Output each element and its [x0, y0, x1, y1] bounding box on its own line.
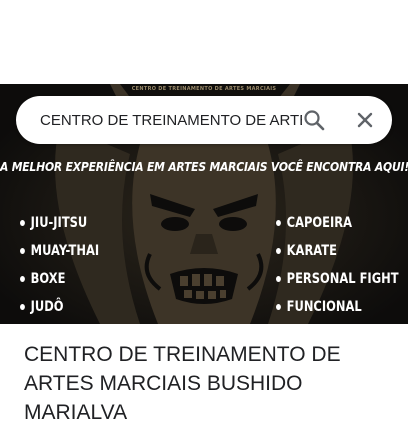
- banner-caption: CENTRO DE TREINAMENTO DE ARTES MARCIAIS: [131, 86, 277, 92]
- bullet-icon: [276, 248, 281, 254]
- bullet-icon: [20, 304, 25, 310]
- close-icon[interactable]: [353, 108, 377, 132]
- place-title: CENTRO DE TREINAMENTO DE ARTES MARCIAIS …: [24, 343, 341, 424]
- martial-arts-list-right: CAPOEIRA KARATE PERSONAL FIGHT FUNCIONAL: [276, 209, 408, 321]
- bullet-icon: [20, 220, 25, 226]
- martial-arts-list-left: JIU-JITSU MUAY-THAI BOXE JUDÔ: [20, 209, 117, 321]
- bullet-icon: [20, 276, 25, 282]
- list-item: JIU-JITSU: [20, 209, 99, 237]
- list-item: PERSONAL FIGHT: [276, 265, 399, 293]
- bullet-icon: [276, 304, 281, 310]
- list-item: MUAY-THAI: [20, 237, 99, 265]
- list-item: CAPOEIRA: [276, 209, 399, 237]
- bullet-icon: [20, 248, 25, 254]
- search-icon[interactable]: [302, 108, 326, 132]
- banner-headline: A MELHOR EXPERIÊNCIA EM ARTES MARCIAIS V…: [0, 160, 408, 174]
- search-input[interactable]: [40, 106, 302, 134]
- list-item: BOXE: [20, 265, 99, 293]
- list-item: JUDÔ: [20, 293, 99, 321]
- top-blank-area: [0, 0, 408, 84]
- bullet-icon: [276, 276, 281, 282]
- bullet-icon: [276, 220, 281, 226]
- list-item: FUNCIONAL: [276, 293, 399, 321]
- list-item: KARATE: [276, 237, 399, 265]
- search-bar: [16, 96, 392, 144]
